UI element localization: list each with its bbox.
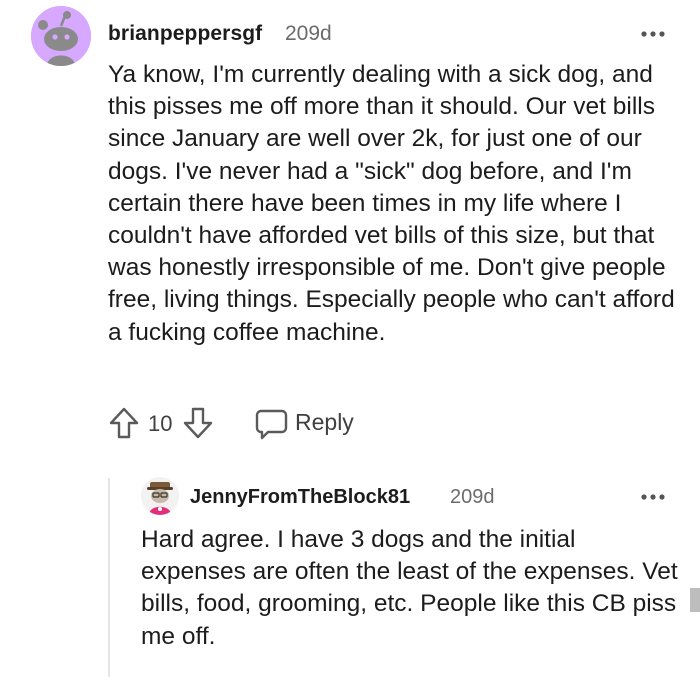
downvote-button[interactable]	[182, 406, 214, 440]
downvote-arrow-icon	[183, 407, 213, 439]
reply-body: Hard agree. I have 3 dogs and the initia…	[141, 526, 678, 650]
more-dots-icon	[641, 31, 665, 37]
upvote-button[interactable]	[108, 406, 140, 440]
vote-score: 10	[148, 411, 173, 436]
scrollbar-thumb[interactable]	[690, 588, 700, 612]
reply-button[interactable]: Reply	[255, 404, 365, 442]
comment-username[interactable]: brianpeppersgf	[108, 22, 262, 46]
reply-username[interactable]: JennyFromTheBlock81	[190, 486, 410, 509]
reply-age[interactable]: 209d	[450, 486, 495, 509]
reddit-snoo-avatar-icon	[31, 6, 91, 66]
comment-age[interactable]: 209d	[285, 22, 332, 46]
comment-body: Ya know, I'm currently dealing with a si…	[108, 61, 675, 346]
comment-actions: 10 Reply	[108, 404, 368, 444]
more-dots-icon	[641, 494, 665, 500]
thread-line[interactable]	[108, 478, 110, 677]
more-options-button[interactable]	[640, 24, 666, 44]
reply-avatar[interactable]	[141, 477, 179, 515]
upvote-arrow-icon	[109, 407, 139, 439]
comment-bubble-icon	[255, 408, 288, 440]
custom-avatar-icon	[141, 477, 179, 515]
avatar[interactable]	[31, 6, 91, 66]
reply-more-options-button[interactable]	[640, 487, 666, 507]
reply-label: Reply	[295, 409, 354, 435]
